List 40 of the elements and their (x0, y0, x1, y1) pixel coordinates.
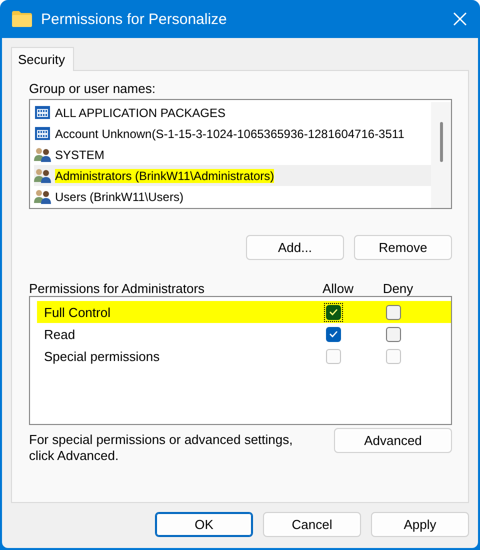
dialog-button[interactable]: Cancel (263, 512, 361, 537)
item-name: SYSTEM (55, 148, 104, 162)
name-button[interactable]: Remove (354, 235, 452, 260)
allow-heading: Allow (321, 281, 355, 296)
users-icon (34, 189, 51, 204)
checkbox[interactable] (326, 326, 340, 342)
names-list[interactable]: ALL APPLICATION PACKAGES Account Unknown(S-1-15-3-1024-1065365936-1281604716-3511 SYSTEM Administrators (BrinkW11\Administrators) Users (BrinkW11\Users) (29, 99, 452, 209)
group-names-label: Group or user names: (29, 81, 156, 96)
item-name: Administrators (BrinkW11\Administrators) (55, 168, 274, 182)
dialog-button[interactable]: Apply (371, 512, 469, 537)
close-icon[interactable] (452, 11, 468, 27)
permissions-label: Permissions for Administrators (29, 281, 206, 296)
list-item[interactable]: Administrators (BrinkW11\Administrators) (34, 165, 431, 186)
permission-name: Read (43, 326, 76, 342)
advanced-note: For special permissions or advanced settings, click Advanced. (29, 432, 294, 464)
advanced-button[interactable]: Advanced (334, 428, 452, 453)
list-item[interactable]: Account Unknown(S-1-15-3-1024-1065365936-1281604716-3511 (34, 123, 431, 144)
item-name: Users (BrinkW11\Users) (55, 190, 184, 204)
package-icon (34, 105, 51, 120)
users-icon (34, 168, 51, 183)
window-title: Permissions for Personalize (41, 10, 228, 28)
deny-heading: Deny (382, 281, 414, 296)
check-icon (328, 308, 338, 316)
dialog-button[interactable]: OK (155, 512, 253, 537)
scrollbar[interactable] (431, 102, 451, 208)
list-item[interactable]: Users (BrinkW11\Users) (34, 186, 431, 207)
name-button[interactable]: Add... (246, 235, 344, 260)
checkbox[interactable] (386, 304, 400, 320)
item-name: Account Unknown(S-1-15-3-1024-1065365936-1281604716-3511 (55, 126, 404, 140)
item-name: ALL APPLICATION PACKAGES (55, 106, 226, 120)
checkbox[interactable] (386, 326, 400, 342)
check-icon (328, 330, 338, 338)
folder-icon (12, 11, 32, 27)
permission-name: Special permissions (43, 348, 161, 364)
users-icon (34, 147, 51, 162)
tab[interactable]: Security (11, 47, 74, 71)
list-item[interactable]: SYSTEM (34, 144, 431, 165)
permission-name: Full Control (43, 304, 112, 320)
list-item[interactable]: ALL APPLICATION PACKAGES (34, 102, 431, 123)
package-icon (34, 126, 51, 141)
